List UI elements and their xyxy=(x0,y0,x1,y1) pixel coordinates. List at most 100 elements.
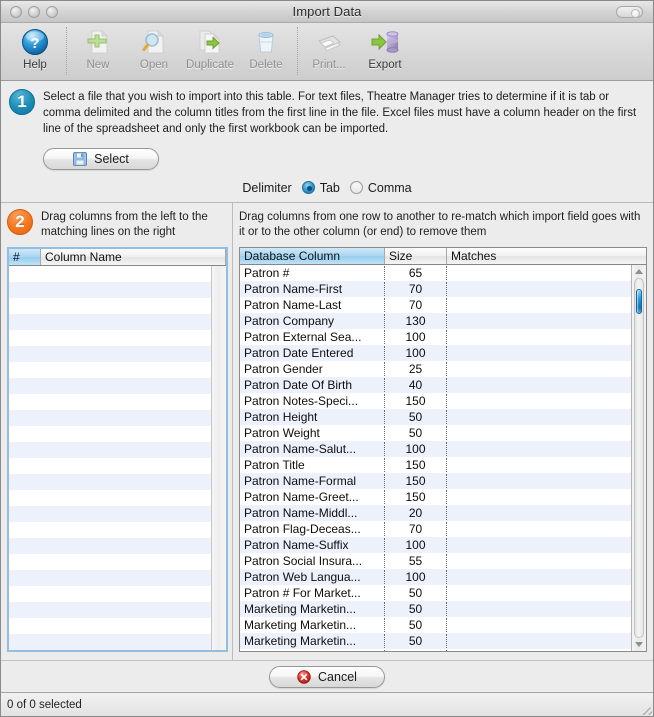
table-row[interactable]: Patron Name-Greet... 150 xyxy=(240,488,631,505)
printer-icon xyxy=(314,27,344,57)
table-row[interactable]: Patron Social Insura... 55 xyxy=(240,552,631,569)
list-item[interactable] xyxy=(9,489,211,506)
scrollbar-thumb[interactable] xyxy=(636,289,642,315)
table-row[interactable]: Patron #65 xyxy=(240,264,631,281)
list-item[interactable] xyxy=(9,473,211,490)
scroll-up-arrow-icon[interactable] xyxy=(632,265,646,278)
table-row[interactable]: Patron Gender 25 xyxy=(240,360,631,377)
table-row[interactable]: Patron Name-Formal 150 xyxy=(240,472,631,489)
toolbar-toggle-button[interactable] xyxy=(616,6,643,18)
delimiter-label: Delimiter xyxy=(242,180,292,195)
table-row[interactable]: Patron Name-Last 70 xyxy=(240,296,631,313)
database-columns-table[interactable]: Database Column Size Matches Patron #65 P… xyxy=(239,246,647,652)
table-row[interactable]: Patron Name-Salut... 100 xyxy=(240,440,631,457)
toolbar-button-new[interactable]: New xyxy=(70,27,126,71)
column-header-database-column[interactable]: Database Column xyxy=(240,247,385,264)
cell-size: 100 xyxy=(385,345,447,360)
cell-size: 50 xyxy=(385,649,447,651)
cell-database-column: Marketing Marketin... xyxy=(240,633,385,648)
list-item[interactable] xyxy=(9,425,211,442)
table-row[interactable]: Patron Date Entered 100 xyxy=(240,344,631,361)
table-row[interactable]: Patron Name-Middl... 20 xyxy=(240,504,631,521)
svg-text:?: ? xyxy=(30,35,39,52)
cell-database-column: Patron Notes-Speci... xyxy=(240,393,385,408)
list-item[interactable] xyxy=(9,585,211,602)
open-magnifier-icon xyxy=(140,27,168,57)
select-file-button[interactable]: Select xyxy=(43,147,159,170)
toolbar-separator xyxy=(66,27,67,75)
column-header-number[interactable]: # xyxy=(9,248,41,265)
list-item[interactable] xyxy=(9,377,211,394)
scrollbar-track[interactable] xyxy=(634,277,644,638)
radio-comma-icon[interactable] xyxy=(349,181,363,195)
table-row[interactable]: Patron Web Langua... 100 xyxy=(240,568,631,585)
list-item[interactable] xyxy=(9,569,211,586)
table-row[interactable]: Patron External Sea... 100 xyxy=(240,328,631,345)
toolbar-button-delete[interactable]: Delete xyxy=(238,27,294,71)
table-row[interactable]: Patron Date Of Birth 40 xyxy=(240,376,631,393)
select-file-label: Select xyxy=(94,151,129,166)
database-columns-panel: Drag columns from one row to another to … xyxy=(233,203,653,660)
cell-database-column: Patron Name-Last xyxy=(240,297,385,312)
cell-database-column: Patron Company xyxy=(240,313,385,328)
table-row[interactable]: Patron Name-First 70 xyxy=(240,280,631,297)
toolbar-button-export[interactable]: Export xyxy=(357,27,413,71)
list-item[interactable] xyxy=(9,393,211,410)
list-item[interactable] xyxy=(9,313,211,330)
column-header-column-name[interactable]: Column Name xyxy=(41,248,226,265)
table-row[interactable]: Marketing Marketin...50 xyxy=(240,648,631,651)
list-item[interactable] xyxy=(9,457,211,474)
delimiter-option-tab[interactable]: Tab xyxy=(301,181,340,195)
column-header-size[interactable]: Size xyxy=(385,247,447,264)
window-resize-handle[interactable] xyxy=(638,701,652,715)
table-row[interactable]: Patron Notes-Speci... 150 xyxy=(240,392,631,409)
list-item[interactable] xyxy=(9,521,211,538)
database-columns-scrollbar[interactable] xyxy=(631,264,646,651)
table-row[interactable]: Patron Name-Suffix 100 xyxy=(240,536,631,553)
table-row[interactable]: Patron Flag-Deceas... 70 xyxy=(240,520,631,537)
cell-database-column: Patron # xyxy=(240,265,385,280)
list-item[interactable] xyxy=(9,553,211,570)
cell-database-column: Patron Gender xyxy=(240,361,385,376)
table-row[interactable]: Marketing Marketin...50 xyxy=(240,616,631,633)
column-header-matches[interactable]: Matches xyxy=(447,247,646,264)
radio-tab-icon[interactable] xyxy=(301,181,315,195)
list-item[interactable] xyxy=(9,297,211,314)
table-row[interactable]: Patron Height 50 xyxy=(240,408,631,425)
toolbar-label-help: Help xyxy=(23,59,47,71)
list-item[interactable] xyxy=(9,345,211,362)
cell-database-column: Patron # For Market... xyxy=(240,585,385,600)
list-item[interactable] xyxy=(9,281,211,298)
table-row[interactable]: Patron Weight 50 xyxy=(240,424,631,441)
table-row[interactable]: Patron Company 130 xyxy=(240,312,631,329)
toolbar-button-duplicate[interactable]: Duplicate xyxy=(182,27,238,71)
list-item[interactable] xyxy=(9,361,211,378)
table-row[interactable]: Patron # For Market... 50 xyxy=(240,584,631,601)
table-row[interactable]: Marketing Marketin...50 xyxy=(240,600,631,617)
database-columns-rows[interactable]: Patron #65 Patron Name-First 70 Patron Name… xyxy=(240,264,631,651)
import-columns-table[interactable]: # Column Name xyxy=(7,246,228,652)
list-item[interactable] xyxy=(9,505,211,522)
status-bar: 0 of 0 selected xyxy=(1,692,653,716)
table-row[interactable]: Patron Title 150 xyxy=(240,456,631,473)
import-columns-scrollbar[interactable] xyxy=(211,265,226,650)
delimiter-option-comma[interactable]: Comma xyxy=(349,181,412,195)
toolbar-button-help[interactable]: ? Help xyxy=(7,27,63,71)
toolbar-label-new: New xyxy=(86,59,110,71)
cell-database-column: Patron Social Insura... xyxy=(240,553,385,568)
list-item[interactable] xyxy=(9,617,211,634)
list-item[interactable] xyxy=(9,537,211,554)
list-item[interactable] xyxy=(9,601,211,618)
toolbar-button-print[interactable]: Print... xyxy=(301,27,357,71)
list-item[interactable] xyxy=(9,265,211,282)
import-columns-rows[interactable] xyxy=(9,265,211,650)
list-item[interactable] xyxy=(9,409,211,426)
scroll-down-arrow-icon[interactable] xyxy=(632,638,646,651)
toolbar-button-open[interactable]: Open xyxy=(126,27,182,71)
select-file-row: Select xyxy=(1,141,653,177)
list-item[interactable] xyxy=(9,633,211,650)
table-row[interactable]: Marketing Marketin...50 xyxy=(240,632,631,649)
list-item[interactable] xyxy=(9,329,211,346)
list-item[interactable] xyxy=(9,441,211,458)
cancel-button[interactable]: Cancel xyxy=(269,665,385,688)
